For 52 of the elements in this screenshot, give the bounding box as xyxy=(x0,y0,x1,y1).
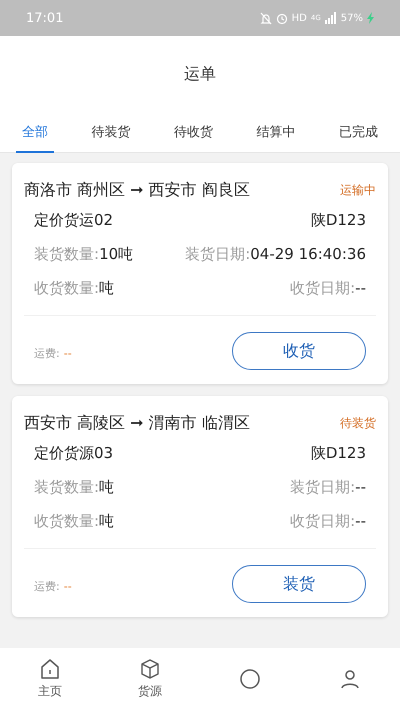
hd-label: HD xyxy=(292,12,307,24)
plate-number: 陕D123 xyxy=(310,210,366,230)
field-label: 收货数量: xyxy=(34,512,100,530)
alarm-icon xyxy=(276,12,288,24)
person-icon xyxy=(339,668,361,690)
tab[interactable]: 待装货 xyxy=(85,112,136,153)
order-card[interactable]: 西安市 高陵区 ➞ 渭南市 临渭区 待装货 定价货源03 陕D123 装货数量:吨 装货日期:-- 收货数量:吨 收货日期:-- 运费: -- 装货 xyxy=(12,396,388,617)
nav-label: 货源 xyxy=(138,683,162,700)
action-button[interactable]: 装货 xyxy=(232,565,366,603)
field-label: 装货数量: xyxy=(34,244,100,262)
cargo-name: 定价货运02 xyxy=(34,210,114,230)
tab[interactable]: 已完成 xyxy=(333,112,384,153)
home-icon xyxy=(39,658,61,680)
field-value: 吨 xyxy=(99,278,114,296)
status-label: 运输中 xyxy=(340,182,376,198)
fee-label: 运费: xyxy=(34,580,60,592)
nav-item[interactable]: 主页 xyxy=(20,658,80,700)
cargo-name: 定价货源03 xyxy=(34,444,114,462)
field-value: 吨 xyxy=(99,478,114,496)
battery-percent: 57% xyxy=(340,12,363,24)
field-label: 装货日期: xyxy=(185,244,250,262)
status-label: 待装货 xyxy=(340,414,376,432)
field-label: 收货日期: xyxy=(290,512,356,530)
tab[interactable]: 结算中 xyxy=(250,112,302,153)
order-card[interactable]: 商洛市 商州区 ➞ 西安市 阎良区 运输中 定价货运02 陕D123 装货数量:10吨 装货日期:04-29 16:40:36 收货数量:吨 收货日期:-- 运费: -- 收货 xyxy=(12,163,388,384)
fee-value: -- xyxy=(64,580,72,592)
fee-label: 运费: xyxy=(34,346,60,360)
field-label: 装货数量: xyxy=(34,478,100,496)
box-icon xyxy=(139,658,161,680)
tab[interactable]: 全部 xyxy=(16,112,54,153)
field-value: 04-29 16:40:36 xyxy=(250,244,366,262)
page-title: 运单 xyxy=(184,64,216,84)
action-button[interactable]: 收货 xyxy=(232,332,366,370)
plate-number: 陕D123 xyxy=(310,444,366,462)
muted-bell-icon xyxy=(260,12,272,24)
signal-icon xyxy=(324,12,337,24)
route-text: 西安市 高陵区 ➞ 渭南市 临渭区 xyxy=(24,412,250,434)
field-value: 吨 xyxy=(99,512,114,530)
tab[interactable]: 待收货 xyxy=(168,112,219,153)
route-text: 商洛市 商州区 ➞ 西安市 阎良区 xyxy=(24,180,250,200)
fee-value: -- xyxy=(64,346,72,360)
circle-icon xyxy=(239,668,261,690)
field-value: -- xyxy=(355,512,366,530)
field-label: 收货数量: xyxy=(34,278,100,296)
field-value: -- xyxy=(355,278,366,296)
clock-time: 17:01 xyxy=(26,10,64,26)
field-label: 收货日期: xyxy=(290,278,356,296)
nav-item[interactable]: 货源 xyxy=(120,658,180,700)
field-label: 装货日期: xyxy=(290,478,356,496)
field-value: 10吨 xyxy=(99,244,134,262)
nav-label: 主页 xyxy=(38,683,62,700)
field-value: -- xyxy=(355,478,366,496)
